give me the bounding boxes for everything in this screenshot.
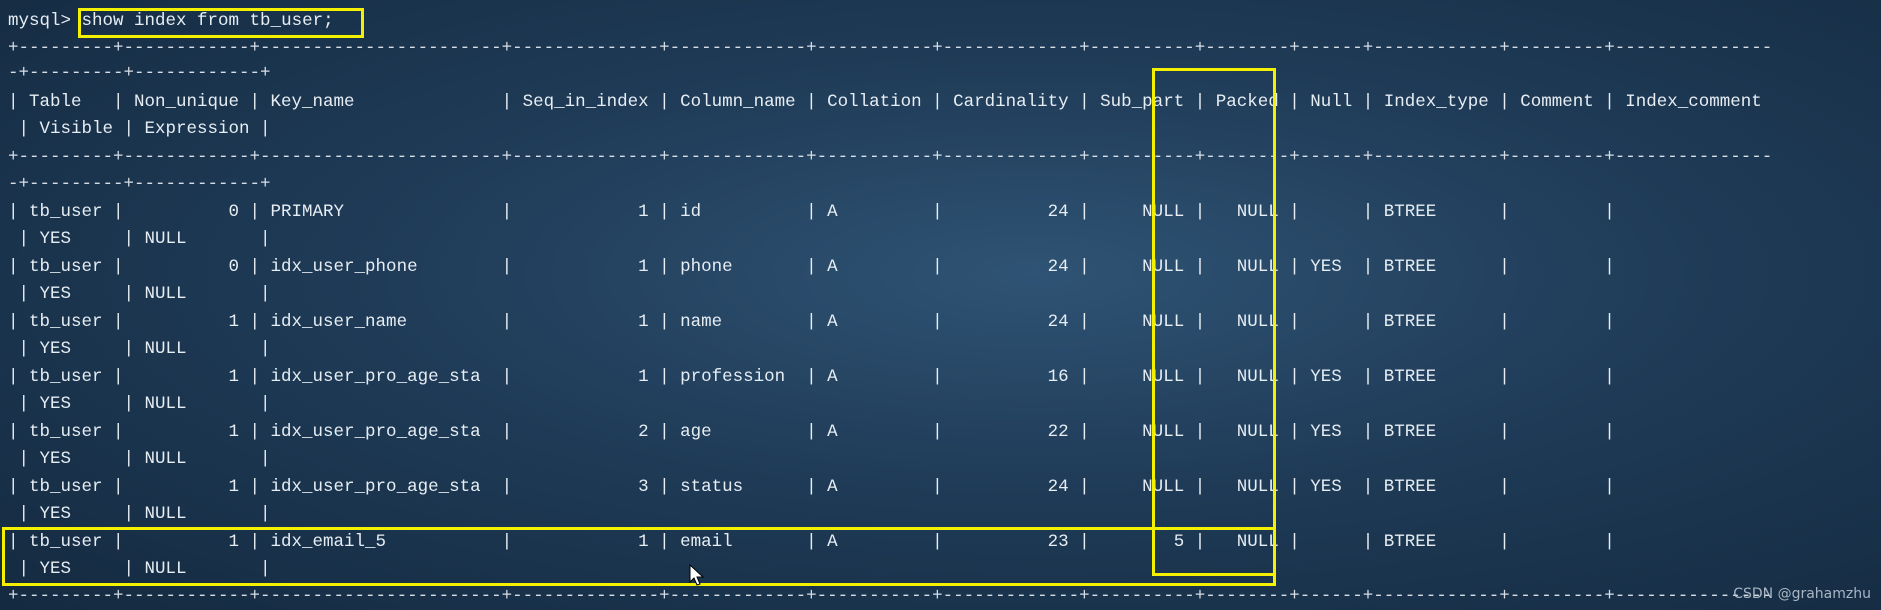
terminal-window[interactable]: mysql> show index from tb_user; +-------… [0, 0, 1881, 610]
table-row-wrap: | YES | NULL | [8, 449, 271, 469]
command-line: mysql> show index from tb_user; [8, 10, 334, 32]
table-row-wrap: | YES | NULL | [8, 229, 271, 249]
table-row: | tb_user | 1 | idx_user_pro_age_sta | 2… [8, 422, 1615, 442]
table-separator-top: +---------+------------+----------------… [8, 38, 1773, 58]
table-separator-mid-wrap: -+---------+------------+ [8, 174, 271, 194]
table-row: | tb_user | 1 | idx_user_name | 1 | name… [8, 312, 1615, 332]
table-row-wrap: | YES | NULL | [8, 339, 271, 359]
table-separator-bottom: +---------+------------+----------------… [8, 586, 1773, 606]
table-row-wrap: | YES | NULL | [8, 284, 271, 304]
table-header-line1: | Table | Non_unique | Key_name | Seq_in… [8, 92, 1762, 112]
mysql-prompt: mysql> [8, 11, 72, 31]
command-text: show index from tb_user; [81, 11, 334, 31]
table-row-email: | tb_user | 1 | idx_email_5 | 1 | email … [8, 532, 1615, 552]
table-separator-mid: +---------+------------+----------------… [8, 147, 1773, 167]
table-header-line2: | Visible | Expression | [8, 119, 271, 139]
table-separator-top-wrap: -+---------+------------+ [8, 63, 271, 83]
table-row: | tb_user | 1 | idx_user_pro_age_sta | 1… [8, 367, 1615, 387]
table-row: | tb_user | 1 | idx_user_pro_age_sta | 3… [8, 477, 1615, 497]
table-row-wrap: | YES | NULL | [8, 394, 271, 414]
table-row-email-wrap: | YES | NULL | [8, 559, 271, 579]
table-row: | tb_user | 0 | PRIMARY | 1 | id | A | 2… [8, 202, 1615, 222]
table-row-wrap: | YES | NULL | [8, 504, 271, 524]
table-row: | tb_user | 0 | idx_user_phone | 1 | pho… [8, 257, 1615, 277]
watermark: CSDN @grahamzhu [1733, 586, 1871, 602]
mouse-pointer-icon [689, 564, 705, 586]
